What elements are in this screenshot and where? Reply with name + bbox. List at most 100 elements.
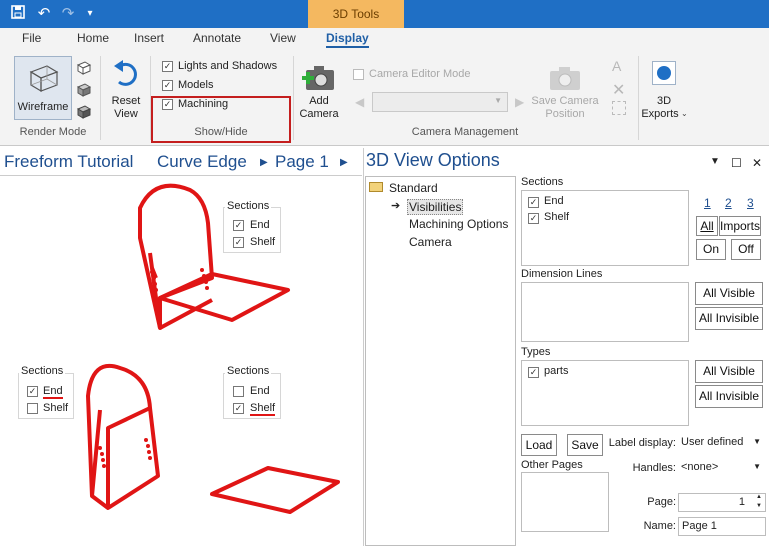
label-display-select[interactable]: User defined ▼ — [678, 434, 766, 453]
end-checkbox[interactable]: ✓ — [27, 386, 38, 397]
previous-camera-icon[interactable]: ◀ — [355, 95, 364, 109]
section-end-checkbox[interactable]: ✓ — [528, 197, 539, 208]
shelf-label: Shelf — [43, 402, 69, 414]
add-camera-label-1: Add — [309, 95, 329, 107]
imports-button[interactable]: Imports — [719, 216, 761, 236]
undo-icon[interactable]: ↶ — [34, 4, 54, 24]
next-camera-icon[interactable]: ▶ — [515, 95, 524, 109]
hidden-line-cube-icon[interactable] — [76, 60, 92, 76]
ribbon-separator — [100, 56, 101, 140]
quick-access-menu-icon[interactable]: ▾ — [80, 4, 100, 24]
sections-legend-right: End ✓ Shelf — [223, 373, 281, 419]
breadcrumb-item[interactable]: Freeform Tutorial — [4, 152, 133, 172]
section-shelf-checkbox[interactable]: ✓ — [528, 213, 539, 224]
tree-item-machining-options[interactable]: Machining Options — [409, 217, 508, 231]
load-button[interactable]: Load — [521, 434, 557, 456]
reset-view-label-2: View — [114, 108, 138, 120]
page-spinner[interactable]: 1 ▲ ▼ — [678, 493, 766, 512]
section-set-1-link[interactable]: 1 — [704, 196, 711, 210]
shelf-checkbox[interactable]: ✓ — [233, 403, 244, 414]
handles-select[interactable]: <none> ▼ — [678, 459, 766, 478]
sections-legend-title: Sections — [225, 365, 272, 377]
sections-legend-left: ✓ End Shelf — [18, 373, 74, 419]
wireframe-button[interactable]: Wireframe — [14, 56, 72, 120]
redo-icon[interactable]: ↷ — [58, 4, 78, 24]
other-pages-list[interactable] — [521, 472, 609, 532]
section-set-3-link[interactable]: 3 — [747, 196, 754, 210]
types-all-visible-button[interactable]: All Visible — [695, 360, 763, 383]
type-parts-checkbox[interactable]: ✓ — [528, 367, 539, 378]
dimension-lines-label: Dimension Lines — [521, 268, 603, 280]
save-button[interactable]: Save — [567, 434, 603, 456]
3d-exports-label-1: 3D — [656, 95, 672, 107]
end-checkbox[interactable]: ✓ — [233, 220, 244, 231]
add-camera-icon[interactable] — [302, 62, 336, 92]
delete-x-icon[interactable]: ✕ — [612, 80, 625, 100]
types-label: Types — [521, 346, 551, 358]
3d-exports-chevron-icon[interactable]: ⌄ — [681, 109, 688, 118]
end-model — [86, 364, 160, 510]
shelf-checkbox[interactable]: ✓ — [233, 237, 244, 248]
text-annotate-icon[interactable]: A — [612, 58, 621, 74]
tree-item-camera[interactable]: Camera — [409, 235, 452, 249]
name-label: Name: — [643, 520, 676, 532]
camera-management-group-label: Camera Management — [411, 126, 519, 138]
dimension-lines-list[interactable] — [521, 282, 689, 342]
breadcrumb-item[interactable]: Page 1 — [275, 152, 329, 172]
camera-select[interactable]: ▼ — [372, 92, 508, 112]
sections-list[interactable]: ✓ End ✓ Shelf — [521, 190, 689, 266]
sections-legend-title: Sections — [19, 365, 66, 377]
wireframe-cube-icon — [29, 65, 59, 93]
shelf-label: Shelf — [250, 402, 276, 416]
handles-value: <none> — [681, 461, 719, 473]
render-mode-group-label: Render Mode — [19, 126, 87, 138]
end-label: End — [250, 219, 270, 231]
label-display-label: Label display: — [608, 437, 676, 449]
tab-view[interactable]: View — [270, 31, 296, 45]
all-button[interactable]: All — [696, 216, 718, 236]
name-field[interactable]: Page 1 — [678, 517, 766, 536]
chevron-down-icon: ▼ — [494, 96, 502, 105]
ribbon-separator — [638, 56, 639, 140]
panel-menu-chevron-icon[interactable]: ▼ — [710, 156, 720, 167]
rendered-cube-icon[interactable] — [76, 104, 92, 120]
shelf-checkbox[interactable] — [27, 403, 38, 414]
3d-exports-icon[interactable] — [652, 61, 676, 85]
camera-editor-mode-checkbox[interactable] — [353, 69, 364, 80]
models-checkbox[interactable]: ✓ — [162, 80, 173, 91]
folder-icon — [369, 182, 383, 192]
tab-file[interactable]: File — [22, 31, 41, 45]
dimension-all-invisible-button[interactable]: All Invisible — [695, 307, 763, 330]
tab-home[interactable]: Home — [77, 31, 109, 45]
shaded-cube-icon[interactable] — [76, 82, 92, 98]
save-icon[interactable] — [8, 4, 28, 24]
save-camera-position-icon[interactable] — [548, 64, 582, 92]
breadcrumb-separator-icon: ▶ — [260, 157, 268, 168]
tab-display[interactable]: Display — [326, 31, 369, 48]
spinner-up-icon[interactable]: ▲ — [756, 493, 762, 502]
breadcrumb: Freeform Tutorial Curve Edge ▶ Page 1 ▶ — [0, 148, 362, 176]
tab-insert[interactable]: Insert — [134, 31, 164, 45]
section-set-2-link[interactable]: 2 — [725, 196, 732, 210]
close-icon[interactable]: ✕ — [752, 156, 762, 170]
types-list[interactable]: ✓ parts — [521, 360, 689, 426]
off-button[interactable]: Off — [731, 239, 761, 260]
end-checkbox[interactable] — [233, 386, 244, 397]
tree-item-visibilities[interactable]: Visibilities — [407, 199, 464, 215]
reset-view-icon[interactable] — [110, 58, 142, 90]
chevron-down-icon: ▼ — [753, 462, 761, 471]
breadcrumb-item[interactable]: Curve Edge — [157, 152, 247, 172]
dimension-all-visible-button[interactable]: All Visible — [695, 282, 763, 305]
panel-title: 3D View Options — [366, 150, 500, 170]
tree-root-standard[interactable]: Standard — [389, 181, 438, 195]
lights-and-shadows-checkbox[interactable]: ✓ — [162, 61, 173, 72]
on-button[interactable]: On — [696, 239, 726, 260]
name-value: Page 1 — [682, 520, 717, 532]
end-label: End — [250, 385, 270, 397]
maximize-icon[interactable]: ☐ — [731, 156, 742, 170]
types-all-invisible-button[interactable]: All Invisible — [695, 385, 763, 408]
frame-icon[interactable] — [612, 101, 626, 115]
tab-annotate[interactable]: Annotate — [193, 31, 241, 45]
ribbon-tabs: File Home Insert Annotate View Display — [0, 28, 769, 50]
spinner-down-icon[interactable]: ▼ — [756, 502, 762, 511]
